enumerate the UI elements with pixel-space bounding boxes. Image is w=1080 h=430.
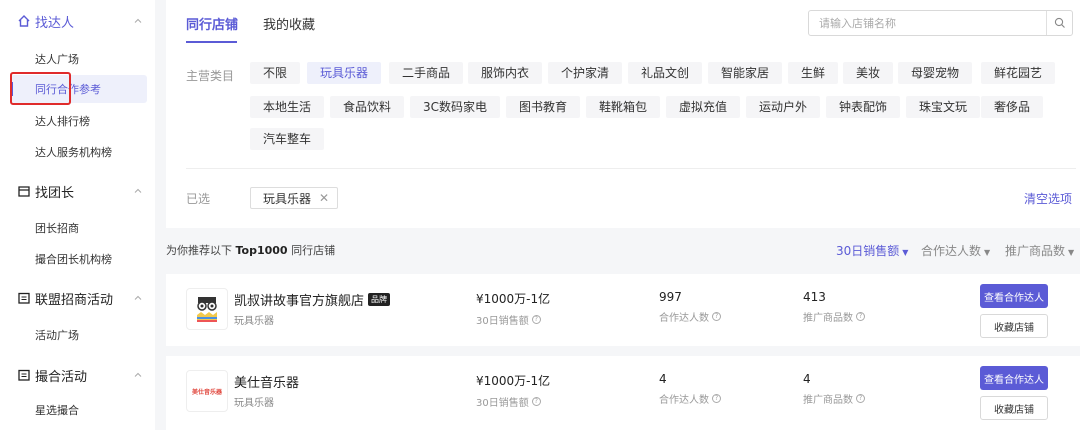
store-logo [186, 288, 228, 330]
active-indicator [10, 82, 13, 96]
sort-sales[interactable]: 30日销售额 ▼ [836, 242, 908, 259]
store-icon [17, 184, 31, 198]
sidebar-group-matchmaking[interactable]: 撮合活动 [0, 360, 155, 390]
category-chip[interactable]: 个护家清 [548, 62, 623, 84]
category-chip[interactable]: 汽车整车 [250, 128, 325, 150]
info-icon[interactable]: ? [712, 312, 721, 321]
category-chip[interactable]: 本地生活 [250, 96, 325, 118]
category-chip[interactable]: 鲜花园艺 [981, 62, 1056, 84]
tab-peer-stores[interactable]: 同行店铺 [186, 14, 238, 33]
store-name[interactable]: 美仕音乐器 [234, 372, 299, 391]
sidebar-item-creator-ranking[interactable]: 达人排行榜 [0, 107, 155, 135]
chevron-up-icon [134, 188, 142, 193]
category-chip[interactable]: 虚拟充值 [666, 96, 741, 118]
active-tab-underline [186, 41, 237, 43]
search-input[interactable] [809, 11, 1039, 35]
sort-down-icon: ▼ [902, 248, 909, 257]
sidebar-item-creator-square[interactable]: 达人广场 [0, 45, 155, 73]
info-icon[interactable]: ? [531, 315, 541, 324]
category-chip-selected[interactable]: 玩具乐器 [307, 62, 382, 84]
filter-panel: 同行店铺 我的收藏 主营类目 不限 玩具乐器 二手商品 服饰内衣 个护家清 礼品… [166, 0, 1080, 228]
recommendation-summary: 为你推荐以下 Top1000 同行店铺 [166, 244, 336, 257]
view-creators-button[interactable]: 查看合作达人 [980, 366, 1048, 390]
selected-chip: 玩具乐器 ✕ [250, 187, 339, 209]
category-chip[interactable]: 生鲜 [788, 62, 839, 84]
category-chip[interactable]: 钟表配饰 [826, 96, 901, 118]
sidebar-item-activity-square[interactable]: 活动广场 [0, 321, 155, 349]
metric-creators: 4 合作达人数? [659, 372, 721, 406]
sidebar-group-label: 撮合活动 [35, 369, 88, 385]
divider [186, 168, 1076, 169]
category-chip[interactable]: 珠宝文玩 [906, 96, 981, 118]
category-chip[interactable]: 二手商品 [389, 62, 464, 84]
sort-down-icon: ▼ [984, 248, 991, 257]
home-icon [17, 14, 31, 28]
sidebar-group-label: 联盟招商活动 [35, 292, 114, 308]
sidebar-item-peer-reference[interactable]: 同行合作参考 [10, 75, 147, 103]
chevron-up-icon [134, 295, 142, 300]
search-icon[interactable] [1046, 11, 1072, 35]
calendar-icon [17, 368, 31, 382]
metric-products: 413 推广商品数? [803, 290, 865, 324]
sort-products[interactable]: 推广商品数 ▼ [1005, 242, 1074, 259]
clear-filters-link[interactable]: 清空选项 [1024, 190, 1072, 207]
chevron-up-icon [134, 18, 142, 23]
metric-creators: 997 合作达人数? [659, 290, 721, 324]
sidebar-group-find-creators[interactable]: 找达人 [0, 6, 155, 36]
sidebar-item-star-match[interactable]: 星选撮合 [0, 396, 155, 424]
sidebar-group-label: 找达人 [35, 15, 75, 31]
category-label: 主营类目 [186, 69, 235, 83]
category-chip[interactable]: 礼品文创 [628, 62, 703, 84]
category-chip[interactable]: 不限 [250, 62, 301, 84]
store-card: 凯叔讲故事官方旗舰店 品牌 玩具乐器 ¥1000万-1亿 30日销售额? 997… [166, 274, 1080, 346]
info-icon[interactable]: ? [712, 394, 721, 403]
selected-chip-label: 玩具乐器 [263, 191, 312, 206]
metric-sales: ¥1000万-1亿 30日销售额? [476, 292, 551, 327]
store-card: 美仕音乐器 美仕音乐器 玩具乐器 ¥1000万-1亿 30日销售额? 4 合作达… [166, 356, 1080, 430]
category-chip[interactable]: 3C数码家电 [410, 96, 501, 118]
category-chip[interactable]: 母婴宠物 [898, 62, 973, 84]
sidebar-group-alliance-activity[interactable]: 联盟招商活动 [0, 283, 155, 313]
store-category: 玩具乐器 [234, 316, 274, 327]
sidebar-item-leader-recruit[interactable]: 团长招商 [0, 214, 155, 242]
category-chip[interactable]: 智能家居 [708, 62, 783, 84]
favorite-store-button[interactable]: 收藏店铺 [980, 396, 1048, 420]
category-chip[interactable]: 奢侈品 [981, 96, 1044, 118]
info-icon[interactable]: ? [531, 397, 541, 406]
store-category: 玩具乐器 [234, 398, 274, 409]
sidebar-group-label: 找团长 [35, 185, 75, 201]
metric-sales: ¥1000万-1亿 30日销售额? [476, 374, 551, 409]
close-icon[interactable]: ✕ [319, 191, 329, 205]
sidebar: 找达人 达人广场 同行合作参考 达人排行榜 达人服务机构榜 找团长 团长招商 撮… [0, 0, 155, 430]
sidebar-group-find-leader[interactable]: 找团长 [0, 176, 155, 206]
chevron-up-icon [134, 372, 142, 377]
view-creators-button[interactable]: 查看合作达人 [980, 284, 1048, 308]
sidebar-item-leader-agency-ranking[interactable]: 撮合团长机构榜 [0, 245, 155, 273]
calendar-icon [17, 291, 31, 305]
store-logo: 美仕音乐器 [186, 370, 228, 412]
store-name[interactable]: 凯叔讲故事官方旗舰店 品牌 [234, 290, 391, 309]
category-chip[interactable]: 鞋靴箱包 [586, 96, 661, 118]
category-chip[interactable]: 食品饮料 [330, 96, 405, 118]
selected-label: 已选 [186, 192, 211, 206]
info-icon[interactable]: ? [856, 394, 865, 403]
store-search [808, 10, 1073, 36]
info-icon[interactable]: ? [856, 312, 865, 321]
favorite-store-button[interactable]: 收藏店铺 [980, 314, 1048, 338]
category-chip[interactable]: 服饰内衣 [468, 62, 543, 84]
category-chip[interactable]: 美妆 [843, 62, 894, 84]
category-chip[interactable]: 运动户外 [746, 96, 821, 118]
sidebar-item-creator-agency-ranking[interactable]: 达人服务机构榜 [0, 138, 155, 166]
metric-products: 4 推广商品数? [803, 372, 865, 406]
brand-badge: 品牌 [368, 293, 391, 306]
category-chip[interactable]: 图书教育 [506, 96, 581, 118]
tab-my-favorites[interactable]: 我的收藏 [263, 14, 315, 33]
sort-creators[interactable]: 合作达人数 ▼ [921, 242, 990, 259]
sort-down-icon: ▼ [1068, 248, 1075, 257]
